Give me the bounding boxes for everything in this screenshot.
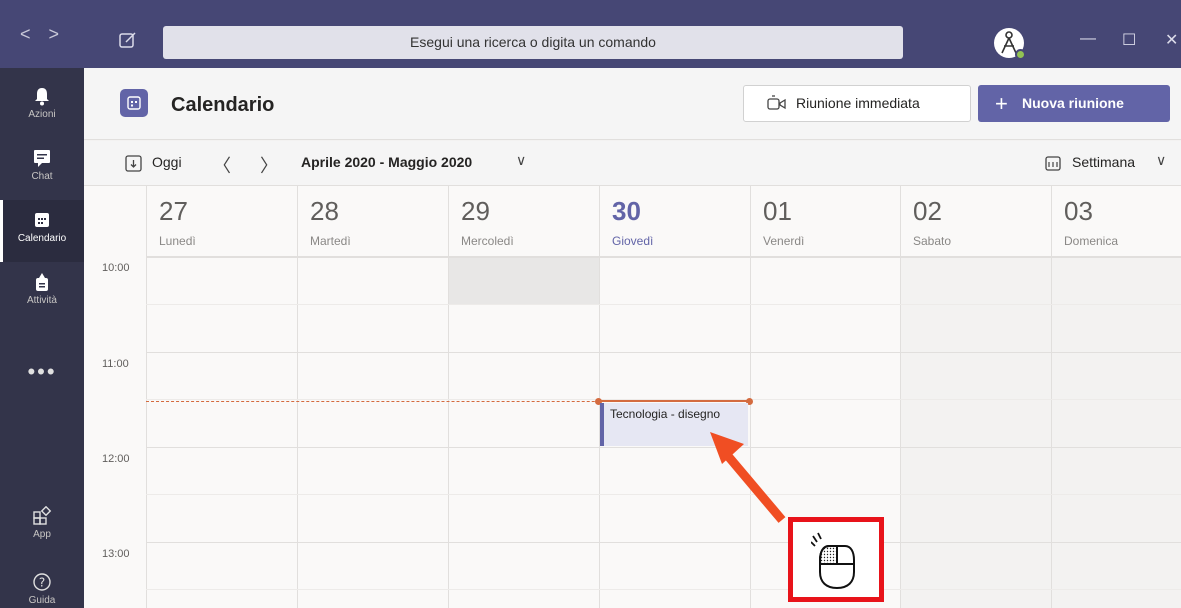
rail-label: App	[33, 529, 51, 540]
half-hour-line	[146, 494, 1181, 495]
event-title: Tecnologia - disegno	[610, 407, 721, 421]
more-apps-icon[interactable]: •••	[0, 359, 84, 385]
date-range-picker[interactable]: Aprile 2020 - Maggio 2020	[301, 154, 472, 170]
meet-now-label: Riunione immediata	[796, 95, 920, 111]
compose-icon[interactable]	[118, 30, 140, 52]
search-input[interactable]: Esegui una ricerca o digita un comando	[163, 26, 903, 59]
calendar-icon	[35, 213, 49, 227]
hour-line	[146, 352, 1181, 353]
chevron-down-icon[interactable]: ∨	[1156, 152, 1166, 169]
rail-item-chat[interactable]: Chat	[0, 138, 84, 200]
day-number: 02	[913, 196, 942, 226]
weekend-shading	[900, 257, 1181, 608]
mouse-left-click-icon	[811, 532, 855, 590]
meet-now-button[interactable]: Riunione immediata	[743, 85, 971, 122]
day-header-friday[interactable]: 01 Venerdì	[750, 186, 900, 257]
forward-button[interactable]: >	[49, 24, 78, 44]
day-header-saturday[interactable]: 02 Sabato	[900, 186, 1051, 257]
day-name: Venerdì	[763, 234, 805, 248]
apps-icon	[33, 506, 52, 525]
day-header-thursday[interactable]: 30 Giovedì	[599, 186, 750, 257]
rail-label: Azioni	[28, 109, 56, 120]
half-hour-line	[146, 589, 1181, 590]
rail-item-assignments[interactable]: Attività	[0, 262, 84, 324]
maximize-button[interactable]: ☐	[1122, 30, 1136, 50]
hour-line	[146, 542, 1181, 543]
day-header-wednesday[interactable]: 29 Mercoledì	[448, 186, 599, 257]
title-bar: <> Esegui una ricerca o digita un comand…	[0, 0, 1181, 68]
rail-label: Attività	[26, 295, 57, 306]
next-week-button[interactable]: 〉	[260, 152, 278, 178]
calendar-toolbar: Oggi 〈 〉 Aprile 2020 - Maggio 2020 ∨ Set…	[84, 141, 1181, 186]
history-nav: <>	[20, 24, 77, 45]
today-icon[interactable]	[124, 153, 144, 173]
chat-icon	[34, 150, 50, 167]
page-title: Calendario	[171, 94, 275, 116]
video-camera-icon	[767, 95, 786, 110]
app-rail: Azioni Chat Calendario Attività ••• App …	[0, 68, 84, 608]
new-meeting-label: Nuova riunione	[1022, 95, 1124, 111]
busy-slot	[449, 257, 599, 304]
day-name: Lunedì	[159, 234, 196, 248]
day-number: 27	[159, 196, 188, 226]
rail-item-activity[interactable]: Azioni	[0, 76, 84, 138]
day-name: Sabato	[913, 234, 952, 248]
time-label: 12:00	[102, 453, 130, 465]
day-header-sunday[interactable]: 03 Domenica	[1051, 186, 1181, 257]
rail-label: Guida	[28, 595, 56, 606]
plus-icon: +	[995, 91, 1008, 116]
day-number: 03	[1064, 196, 1093, 226]
time-label: 13:00	[102, 548, 130, 560]
week-grid: 27 Lunedì 28 Martedì 29 Mercoledì 30 Gio…	[84, 186, 1181, 608]
current-time-today-line	[598, 400, 750, 402]
presence-available-icon	[1015, 49, 1026, 60]
day-number: 29	[461, 196, 490, 226]
today-button[interactable]: Oggi	[152, 154, 182, 170]
calendar-header: Calendario Riunione immediata + Nuova ri…	[84, 68, 1181, 140]
time-label: 11:00	[102, 358, 129, 370]
avatar[interactable]	[994, 28, 1026, 60]
day-number: 30	[612, 196, 641, 226]
day-number: 28	[310, 196, 339, 226]
week-view-icon	[1045, 156, 1061, 171]
day-name: Giovedì	[612, 234, 654, 248]
day-name: Martedì	[310, 234, 351, 248]
previous-week-button[interactable]: 〈	[213, 152, 231, 178]
rail-label: Chat	[31, 171, 53, 182]
close-button[interactable]: ✕	[1165, 30, 1178, 50]
help-icon: ?	[33, 573, 51, 591]
bell-icon	[35, 88, 49, 106]
time-label: 10:00	[102, 262, 130, 274]
day-header-tuesday[interactable]: 28 Martedì	[297, 186, 448, 257]
day-number: 01	[763, 196, 792, 226]
minimize-button[interactable]: —	[1080, 30, 1096, 48]
chevron-down-icon[interactable]: ∨	[516, 152, 526, 169]
back-button[interactable]: <	[20, 24, 49, 44]
half-hour-line	[146, 304, 1181, 305]
hour-line	[146, 447, 1181, 448]
pointer-arrow-icon	[710, 432, 786, 523]
view-switcher[interactable]: Settimana	[1072, 154, 1135, 170]
assignments-icon	[36, 273, 48, 291]
rail-label: Calendario	[17, 233, 67, 244]
day-name: Mercoledì	[461, 234, 514, 248]
hour-line	[146, 257, 1181, 258]
new-meeting-button[interactable]: + Nuova riunione	[978, 85, 1170, 122]
calendar-badge-icon	[120, 89, 148, 117]
rail-item-apps[interactable]: App	[0, 496, 84, 558]
rail-item-calendar[interactable]: Calendario	[0, 200, 84, 262]
day-header-monday[interactable]: 27 Lunedì	[146, 186, 297, 257]
mouse-click-hint	[788, 517, 884, 602]
rail-item-help[interactable]: ? Guida	[0, 562, 84, 608]
svg-text:?: ?	[39, 576, 45, 590]
day-name: Domenica	[1064, 234, 1119, 248]
